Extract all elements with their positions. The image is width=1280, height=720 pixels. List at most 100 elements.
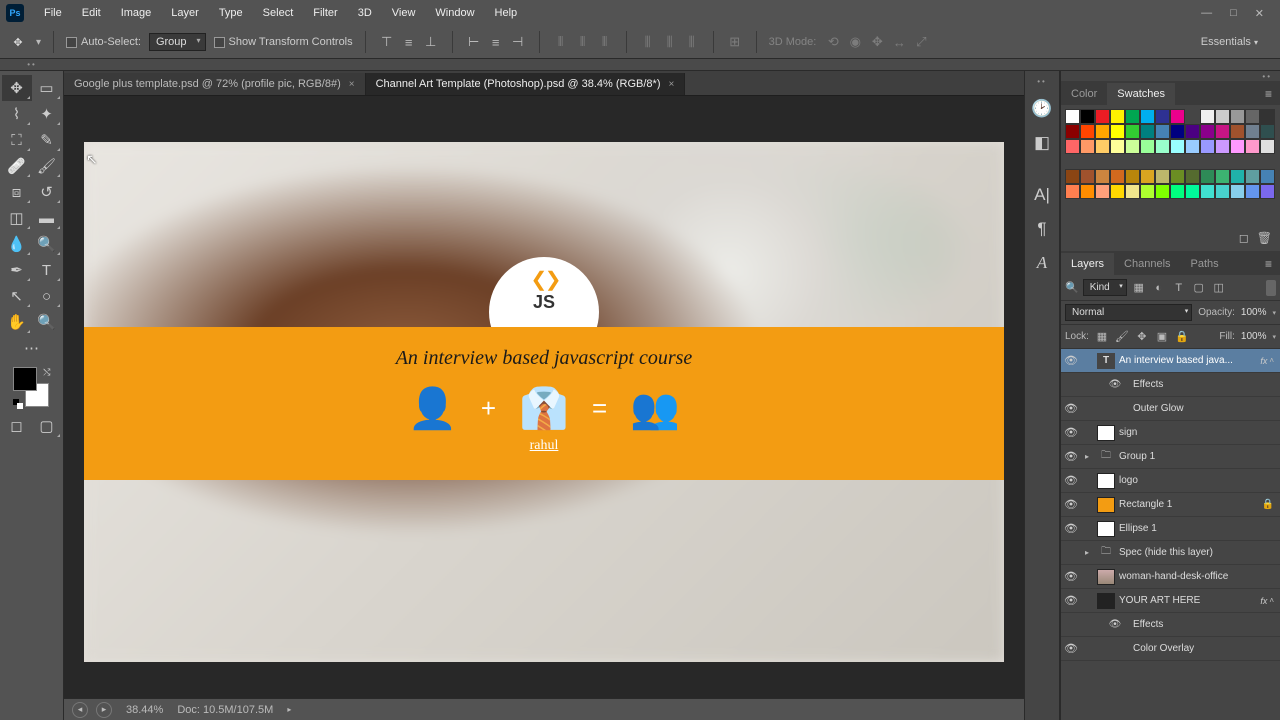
distribute-bottom-icon[interactable]: ⫴ — [596, 33, 614, 51]
layer-row[interactable]: 👁Ellipse 1 — [1061, 517, 1280, 541]
swatch[interactable] — [1125, 139, 1140, 154]
swatch[interactable] — [1245, 109, 1260, 124]
swatch[interactable] — [1095, 124, 1110, 139]
panel-menu-icon[interactable]: ≡ — [1257, 253, 1280, 275]
align-bottom-icon[interactable]: ⊥ — [422, 33, 440, 51]
lock-artboard-icon[interactable]: ▣ — [1155, 330, 1169, 344]
swatch[interactable] — [1245, 184, 1260, 199]
swatch[interactable] — [1230, 139, 1245, 154]
swatch[interactable] — [1215, 109, 1230, 124]
character-panel-icon[interactable]: A| — [1029, 180, 1055, 210]
swatch[interactable] — [1170, 169, 1185, 184]
layer-row[interactable]: 👁▸🗀Group 1 — [1061, 445, 1280, 469]
swatch[interactable] — [1095, 109, 1110, 124]
panel-drag-handle[interactable]: •• — [1061, 71, 1280, 81]
align-right-icon[interactable]: ⊣ — [509, 33, 527, 51]
status-chevron-icon[interactable]: ▸ — [287, 705, 291, 714]
swatch[interactable] — [1170, 109, 1185, 124]
document-tab-1[interactable]: Google plus template.psd @ 72% (profile … — [64, 73, 366, 95]
workspace-switcher[interactable]: Essentials ▾ — [1187, 32, 1272, 52]
zoom-level[interactable]: 38.44% — [126, 704, 163, 716]
swatch[interactable] — [1200, 139, 1215, 154]
swatch[interactable] — [1065, 109, 1080, 124]
panel-menu-icon[interactable]: ≡ — [1257, 83, 1280, 105]
swatch[interactable] — [1185, 184, 1200, 199]
swatch[interactable] — [1125, 169, 1140, 184]
swatch[interactable] — [1080, 169, 1095, 184]
align-vcenter-icon[interactable]: ≡ — [400, 33, 418, 51]
swatch[interactable] — [1200, 184, 1215, 199]
color-picker[interactable]: ⤭ — [13, 367, 51, 409]
blend-mode-dropdown[interactable]: Normal — [1065, 304, 1192, 321]
layer-row[interactable]: 👁YOUR ART HEREfx˄ — [1061, 589, 1280, 613]
layer-row[interactable]: 👁Effects — [1061, 613, 1280, 637]
path-select-tool[interactable]: ↖ — [2, 283, 32, 309]
filter-toggle[interactable] — [1266, 280, 1276, 296]
auto-align-icon[interactable]: ⊞ — [726, 33, 744, 51]
swatch[interactable] — [1125, 109, 1140, 124]
align-top-icon[interactable]: ⊤ — [378, 33, 396, 51]
swatch[interactable] — [1245, 124, 1260, 139]
pan-3d-icon[interactable]: ✥ — [868, 33, 886, 51]
swatch[interactable] — [1140, 169, 1155, 184]
swatch[interactable] — [1140, 139, 1155, 154]
swatch[interactable] — [1260, 124, 1275, 139]
swatch[interactable] — [1260, 169, 1275, 184]
layer-row[interactable]: 👁sign — [1061, 421, 1280, 445]
swatch[interactable] — [1095, 169, 1110, 184]
swatch[interactable] — [1140, 124, 1155, 139]
foreground-color[interactable] — [13, 367, 37, 391]
swatch[interactable] — [1260, 184, 1275, 199]
slide-3d-icon[interactable]: ↔ — [890, 33, 908, 51]
menu-view[interactable]: View — [382, 3, 426, 23]
dock-drag-handle[interactable]: •• — [1037, 77, 1047, 86]
swatch[interactable] — [1155, 184, 1170, 199]
swatch[interactable] — [1110, 109, 1125, 124]
layer-row[interactable]: 👁Color Overlay — [1061, 637, 1280, 661]
paths-tab[interactable]: Paths — [1181, 253, 1229, 275]
filter-type-icon[interactable]: T — [1171, 280, 1187, 296]
swatch[interactable] — [1125, 124, 1140, 139]
paragraph-panel-icon[interactable]: ¶ — [1029, 214, 1055, 244]
type-tool[interactable]: T — [32, 257, 62, 283]
next-frame-icon[interactable]: ▸ — [96, 702, 112, 718]
lock-position-icon[interactable]: ✥ — [1135, 330, 1149, 344]
healing-tool[interactable]: 🩹 — [2, 153, 32, 179]
swatch[interactable] — [1215, 184, 1230, 199]
swatch[interactable] — [1110, 184, 1125, 199]
dodge-tool[interactable]: 🔍 — [32, 231, 62, 257]
swatch[interactable] — [1245, 139, 1260, 154]
current-tool-icon[interactable]: ✥ — [8, 32, 28, 52]
swatch[interactable] — [1155, 169, 1170, 184]
layers-tab[interactable]: Layers — [1061, 253, 1114, 275]
align-left-icon[interactable]: ⊢ — [465, 33, 483, 51]
layer-row[interactable]: ▸🗀Spec (hide this layer) — [1061, 541, 1280, 565]
align-hcenter-icon[interactable]: ≡ — [487, 33, 505, 51]
swatch[interactable] — [1065, 169, 1080, 184]
hand-tool[interactable]: ✋ — [2, 309, 32, 335]
distribute-hcenter-icon[interactable]: ⫼ — [661, 33, 679, 51]
swatch[interactable] — [1140, 184, 1155, 199]
swatch[interactable] — [1170, 124, 1185, 139]
layer-row[interactable]: 👁Effects — [1061, 373, 1280, 397]
document-tab-2[interactable]: Channel Art Template (Photoshop).psd @ 3… — [366, 73, 686, 95]
swatch[interactable] — [1200, 124, 1215, 139]
swatch[interactable] — [1155, 124, 1170, 139]
swatch[interactable] — [1065, 139, 1080, 154]
lock-all-icon[interactable]: 🔒 — [1175, 330, 1189, 344]
swatches-tab[interactable]: Swatches — [1107, 83, 1175, 105]
eyedropper-tool[interactable]: ✎ — [32, 127, 62, 153]
screen-mode-tool[interactable]: ▢ — [32, 413, 62, 439]
close-tab-icon[interactable]: × — [668, 79, 674, 90]
blur-tool[interactable]: 💧 — [2, 231, 32, 257]
swatch[interactable] — [1260, 139, 1275, 154]
menu-image[interactable]: Image — [111, 3, 162, 23]
swatch[interactable] — [1185, 139, 1200, 154]
menu-layer[interactable]: Layer — [161, 3, 209, 23]
menu-filter[interactable]: Filter — [303, 3, 347, 23]
quick-mask-tool[interactable]: ◻ — [2, 413, 32, 439]
properties-panel-icon[interactable]: ◧ — [1029, 128, 1055, 158]
menu-select[interactable]: Select — [253, 3, 304, 23]
layer-row[interactable]: 👁Outer Glow — [1061, 397, 1280, 421]
opacity-chevron-icon[interactable]: ▾ — [1272, 309, 1276, 317]
